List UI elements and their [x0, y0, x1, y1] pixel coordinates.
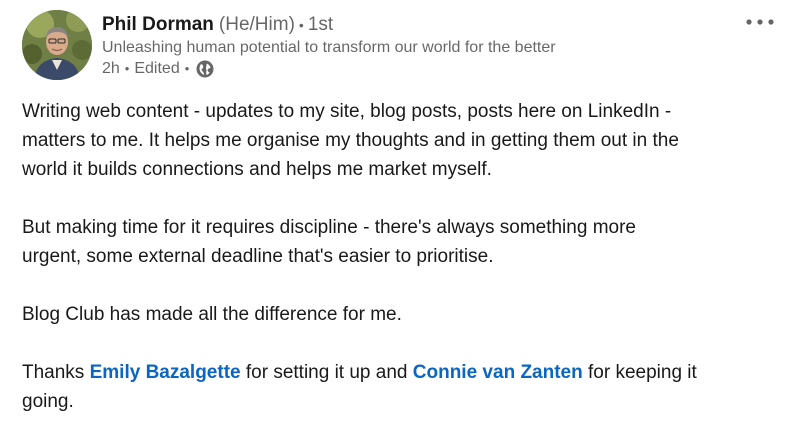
paragraph-2: But making time for it requires discipli…: [22, 213, 782, 271]
more-options-button[interactable]: [742, 10, 778, 34]
feed-post: Phil Dorman (He/Him) • 1st Unleashing human…: [0, 0, 800, 425]
edited-label: Edited: [134, 60, 180, 77]
body-line: But making time for it requires discipli…: [22, 217, 636, 238]
body-line: world it builds connections and helps me…: [22, 159, 492, 180]
body-line: matters to me. It helps me organise my t…: [22, 130, 679, 151]
body-line: Writing web content - updates to my site…: [22, 101, 672, 122]
mention-connie-van-zanten[interactable]: Connie van Zanten: [413, 362, 583, 383]
author-name[interactable]: Phil Dorman: [102, 14, 214, 35]
paragraph-1: Writing web content - updates to my site…: [22, 97, 782, 184]
post-meta: 2h • Edited •: [102, 58, 722, 80]
body-text-span: for setting it up and: [240, 362, 413, 383]
post-time: 2h: [102, 60, 120, 77]
separator-dot: •: [124, 61, 130, 76]
post-actor: Phil Dorman (He/Him) • 1st Unleashing human…: [102, 12, 722, 80]
body-text-span: Thanks: [22, 362, 90, 383]
paragraph-4: Thanks Emily Bazalgette for setting it u…: [22, 358, 782, 416]
post-header: Phil Dorman (He/Him) • 1st Unleashing human…: [22, 10, 782, 86]
body-text-span: for keeping it: [582, 362, 697, 383]
author-headline: Unleashing human potential to transform …: [102, 39, 556, 56]
actor-name-line: Phil Dorman (He/Him) • 1st: [102, 12, 722, 38]
globe-icon: [196, 60, 214, 78]
avatar[interactable]: [22, 10, 92, 80]
body-line: Thanks Emily Bazalgette for setting it u…: [22, 358, 782, 387]
separator-dot: •: [298, 17, 304, 33]
author-pronouns: (He/Him): [218, 14, 295, 35]
mention-emily-bazalgette[interactable]: Emily Bazalgette: [90, 362, 241, 383]
body-line: Blog Club has made all the difference fo…: [22, 304, 402, 325]
avatar-photo: [22, 10, 92, 80]
body-line: urgent, some external deadline that's ea…: [22, 246, 494, 267]
post-body: Writing web content - updates to my site…: [22, 97, 782, 416]
connection-degree: 1st: [307, 14, 334, 35]
separator-dot: •: [184, 61, 190, 76]
ellipsis-icon: [746, 19, 774, 25]
paragraph-3: Blog Club has made all the difference fo…: [22, 300, 782, 329]
body-line: going.: [22, 391, 74, 412]
